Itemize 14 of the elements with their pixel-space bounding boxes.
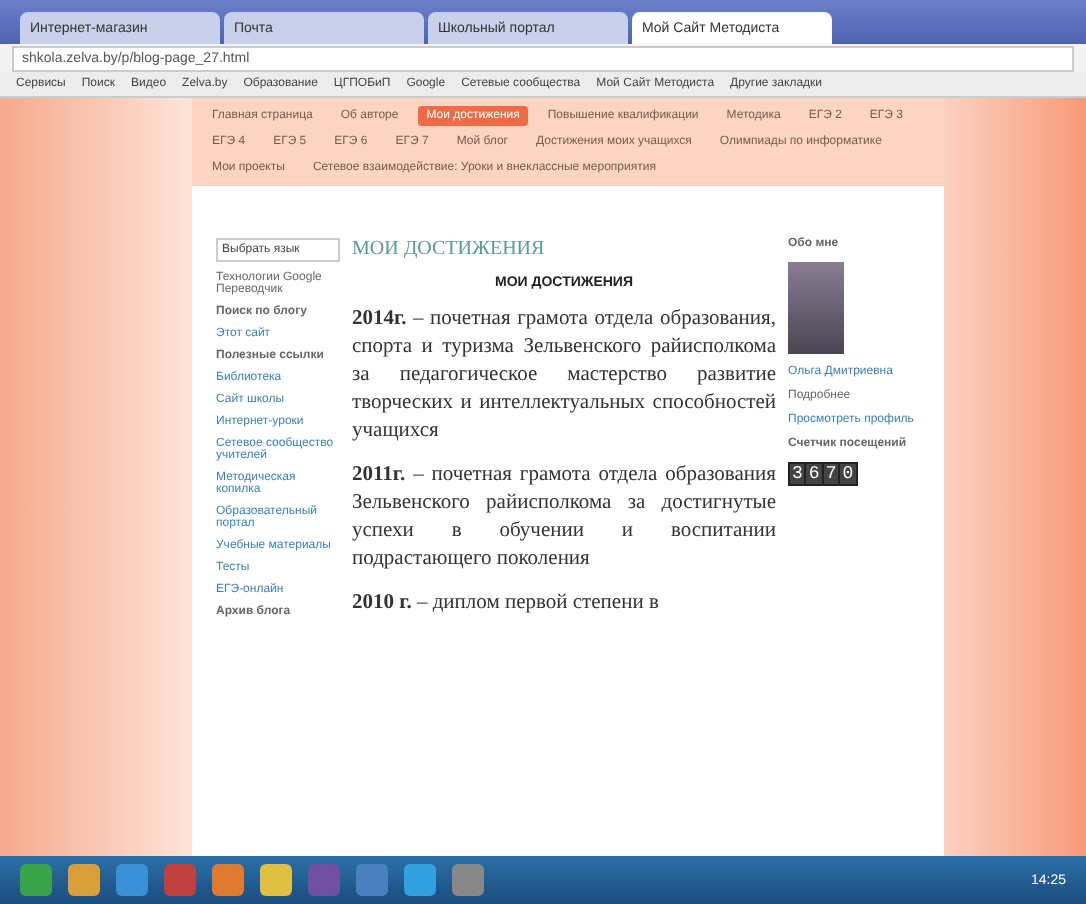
taskbar-app-icon[interactable]	[212, 864, 244, 896]
page-title: МОИ ДОСТИЖЕНИЯ	[352, 238, 547, 260]
visit-counter: 3 6 7 0	[788, 462, 858, 486]
taskbar-app-icon[interactable]	[404, 864, 436, 896]
taskbar-app-icon[interactable]	[116, 864, 148, 896]
taskbar-app-icon[interactable]	[20, 864, 52, 896]
paragraph: 2011г. – почетная грамота отдела образования Зельвенского райисполкома за достигнутые успехи в обучении и воспитании подрастающего поколения	[352, 462, 776, 574]
taskbar-app-icon[interactable]	[68, 864, 100, 896]
paragraph: 2014г. – почетная грамота отдела образования, спорта и туризма Зельвенского райисполкома за педагогическое мастерство развитие творческих и интеллектуальных способностей учащихся	[352, 306, 776, 446]
photo-placeholder	[788, 262, 844, 354]
taskbar-app-icon[interactable]	[452, 864, 484, 896]
taskbar-app-icon[interactable]	[260, 864, 292, 896]
taskbar-app-icon[interactable]	[356, 864, 388, 896]
paragraph: 2010 г. – диплом первой степени в	[352, 590, 661, 618]
